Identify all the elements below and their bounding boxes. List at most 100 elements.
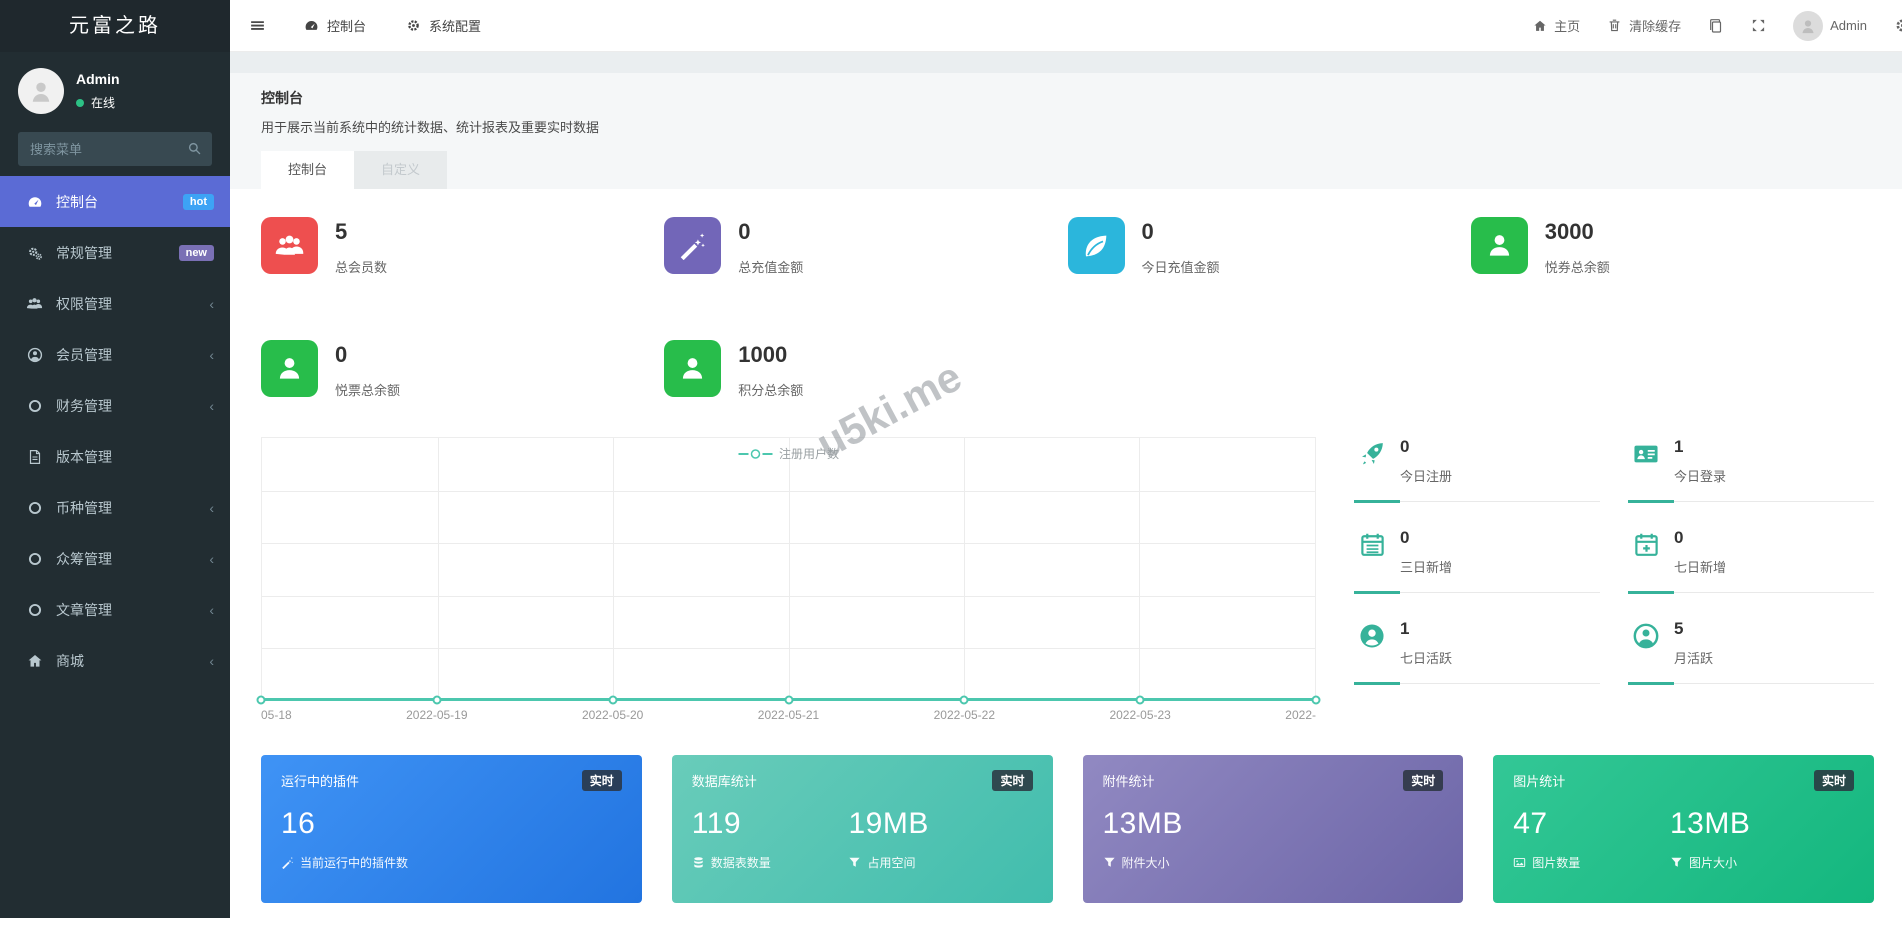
sidebar-menu: 控制台 hot 常规管理 new 权限管理 会员管理 财务管理 版本管理 — [0, 176, 230, 686]
chevron-left-icon — [209, 500, 214, 516]
user-icon — [261, 340, 318, 397]
dashboard-content: 5 总会员数 0 总充值金额 0 今日充值金额 3000 悦券总余额 0 悦票总余额 10… — [230, 189, 1902, 935]
sidebar-item-dashboard[interactable]: 控制台 hot — [0, 176, 230, 227]
filter-icon — [1103, 856, 1116, 869]
sidebar-item-label: 会员管理 — [56, 346, 112, 363]
calendar-plus-icon — [1630, 528, 1662, 576]
sidebar-item-auth[interactable]: 权限管理 — [0, 278, 230, 329]
chevron-left-icon — [209, 296, 214, 312]
user-icon — [1470, 217, 1528, 274]
sidebar-item-label: 常规管理 — [56, 244, 112, 261]
chart-legend[interactable]: 注册用户数 — [737, 445, 839, 462]
quick-stat-7day-new: 0 七日新增 — [1628, 526, 1874, 594]
realtime-badge: 实时 — [992, 770, 1033, 791]
sidebar-item-general[interactable]: 常规管理 new — [0, 227, 230, 278]
docs-button[interactable] — [1708, 18, 1724, 34]
calendar-icon — [1356, 528, 1388, 576]
realtime-badge: 实时 — [581, 770, 622, 791]
stat-cards: 5 总会员数 0 总充值金额 0 今日充值金额 3000 悦券总余额 0 悦票总余额 10… — [261, 217, 1874, 399]
sidebar-item-label: 财务管理 — [56, 397, 112, 414]
chevron-left-icon — [209, 653, 214, 669]
sidebar-item-crowdfunding[interactable]: 众筹管理 — [0, 533, 230, 584]
search-input[interactable] — [18, 132, 212, 166]
user-solid-circle-icon — [1356, 619, 1388, 667]
topbar: 控制台 系统配置 主页 清除缓存 Admin — [230, 0, 1902, 52]
realtime-badge: 实时 — [1813, 770, 1854, 791]
chart-plot-area — [261, 437, 1316, 701]
home-button[interactable]: 主页 — [1533, 16, 1580, 35]
avatar — [1793, 10, 1824, 41]
card-running-plugins: 运行中的插件 实时 16 当前运行中的插件数 — [261, 755, 642, 903]
fullscreen-icon — [1751, 18, 1766, 33]
card-database-stats: 数据库统计 实时 119 数据表数量 19MB 占用空间 — [671, 755, 1053, 903]
stat-points-balance: 1000 积分总余额 — [664, 340, 1067, 399]
search-icon[interactable] — [187, 141, 202, 156]
users-icon — [25, 295, 44, 312]
sidebar-item-mall[interactable]: 商城 — [0, 635, 230, 686]
tachometer-icon — [25, 194, 44, 210]
sidebar-item-articles[interactable]: 文章管理 — [0, 584, 230, 635]
chevron-left-icon — [209, 602, 214, 618]
quick-stats-panel: 0 今日注册 1 今日登录 0 三日新增 0 七日新增 1 七日活跃 5 月活跃 — [1354, 435, 1874, 725]
magic-wand-icon — [664, 217, 722, 274]
summary-cards: 运行中的插件 实时 16 当前运行中的插件数 数据库统计 实时 119 数据表数… — [261, 755, 1874, 903]
card-image-stats: 图片统计 实时 47 图片数量 13MB 图片大小 — [1493, 755, 1874, 903]
registered-users-chart: 注册用户数 u5ki.me 2022 — [256, 352, 1321, 725]
image-icon — [1513, 856, 1526, 869]
quick-stat-3day-new: 0 三日新增 — [1354, 526, 1600, 594]
database-icon — [692, 856, 705, 869]
sidebar-item-label: 版本管理 — [56, 448, 112, 465]
stat-coupon-balance: 3000 悦券总余额 — [1470, 217, 1874, 276]
sidebar-toggle-button[interactable] — [230, 0, 284, 51]
circle-icon — [25, 551, 44, 567]
settings-gear-button[interactable] — [1894, 17, 1902, 34]
filter-icon — [1670, 856, 1683, 869]
chart-x-axis: 2022-05-18 2022-05-19 2022-05-20 2022-05… — [261, 708, 1316, 722]
circle-icon — [25, 398, 44, 414]
member-group-icon — [261, 217, 318, 274]
home-icon — [25, 653, 44, 669]
quick-stat-7day-active: 1 七日活跃 — [1354, 617, 1600, 685]
realtime-badge: 实时 — [1403, 770, 1444, 791]
avatar[interactable] — [18, 68, 64, 114]
gear-icon — [406, 18, 421, 33]
sidebar-item-members[interactable]: 会员管理 — [0, 329, 230, 380]
file-icon — [25, 449, 44, 465]
online-status-icon — [76, 98, 84, 107]
user-circle-icon — [25, 347, 44, 363]
user-name: Admin — [76, 71, 120, 87]
tachometer-icon — [304, 18, 319, 33]
quick-stat-month-active: 5 月活跃 — [1628, 617, 1874, 685]
clear-cache-button[interactable]: 清除缓存 — [1607, 16, 1681, 35]
tab-dashboard[interactable]: 控制台 — [261, 151, 355, 189]
chevron-left-icon — [209, 398, 214, 414]
chevron-left-icon — [209, 347, 214, 363]
user-status-label: 在线 — [91, 96, 116, 110]
content-gap — [230, 52, 1902, 73]
docs-icon — [1708, 18, 1724, 34]
magic-wand-icon — [281, 856, 294, 869]
page-header: 控制台 用于展示当前系统中的统计数据、统计报表及重要实时数据 控制台 自定义 — [230, 73, 1902, 189]
sidebar-item-label: 权限管理 — [56, 295, 112, 312]
fullscreen-button[interactable] — [1751, 18, 1766, 33]
new-badge: new — [178, 244, 214, 261]
sidebar-item-label: 控制台 — [56, 193, 98, 210]
tab-custom[interactable]: 自定义 — [354, 151, 448, 189]
legend-marker-icon — [737, 448, 772, 459]
sidebar-item-label: 币种管理 — [56, 499, 112, 516]
sidebar-item-version[interactable]: 版本管理 — [0, 431, 230, 482]
home-icon — [1533, 19, 1547, 33]
sidebar-item-currency[interactable]: 币种管理 — [0, 482, 230, 533]
user-icon — [664, 340, 722, 397]
user-menu[interactable]: Admin — [1793, 10, 1867, 41]
sidebar-item-finance[interactable]: 财务管理 — [0, 380, 230, 431]
circle-icon — [25, 602, 44, 618]
user-circle-icon — [1630, 619, 1662, 667]
topbar-tab-system-config[interactable]: 系统配置 — [386, 0, 501, 51]
topbar-username: Admin — [1830, 18, 1867, 33]
card-attachment-stats: 附件统计 实时 13MB 附件大小 — [1082, 755, 1464, 903]
filter-icon — [848, 856, 861, 869]
topbar-tab-dashboard[interactable]: 控制台 — [284, 0, 386, 51]
stat-total-recharge: 0 总充值金额 — [664, 217, 1067, 276]
circle-icon — [25, 500, 44, 516]
